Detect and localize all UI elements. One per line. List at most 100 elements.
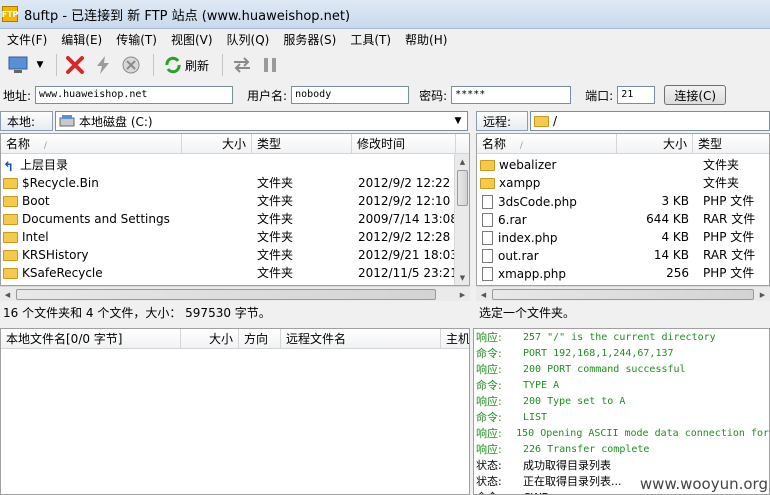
log-key: 状态: [476,475,502,488]
local-path-row: 本地: 本地磁盘 (C:) ▼ [0,110,470,132]
up-arrow-icon: ↰ [3,160,14,175]
local-vertical-scrollbar[interactable]: ▲ ▼ [454,154,469,285]
menu-edit[interactable]: 编辑(E) [54,31,109,48]
log-lines: 响应: 257 "/" is the current directory 命令: PO… [474,329,769,494]
log-message: 正在取得目录列表... [523,475,622,488]
drive-icon [59,115,75,127]
menu-server[interactable]: 服务器(S) [276,31,343,48]
menu-queue[interactable]: 队列(Q) [220,31,277,48]
column-header-size[interactable]: 大小 [181,329,239,349]
connection-bar: 地址: www.huaweishop.net 用户名: nobody 密码: *… [0,83,770,107]
username-input[interactable]: nobody [291,86,410,104]
scroll-left-icon[interactable]: ◀ [476,287,491,302]
menu-view[interactable]: 视图(V) [164,31,220,48]
menu-help[interactable]: 帮助(H) [398,31,454,48]
column-header-modified[interactable]: 修改时间 [352,134,456,154]
folder-icon [3,196,18,207]
log-message: 200 PORT command successful [523,364,686,375]
scroll-thumb[interactable] [16,289,436,300]
list-item-parent-dir[interactable]: ↰ 上层目录 [1,156,455,174]
scroll-thumb[interactable] [492,289,754,300]
scroll-right-icon[interactable]: ▶ [755,287,770,302]
column-header-type[interactable]: 类型 [693,134,769,154]
column-header-direction[interactable]: 方向 [239,329,281,349]
log-key: 状态: [476,459,502,472]
local-file-list: 名称 / 大小 类型 修改时间 ↰ 上层目录 $Recycle.Bin 文件夹 2… [0,133,470,286]
scroll-up-icon[interactable]: ▲ [455,154,469,169]
site-manager-button[interactable] [6,52,30,78]
disconnect-button[interactable] [63,52,87,78]
list-item[interactable]: index.php 4 KB PHP 文件 [477,228,769,246]
column-header-type[interactable]: 类型 [252,134,352,154]
remote-file-list: 名称 / 大小 类型 webalizer 文件夹 xampp 文件夹 3dsCo… [476,133,770,286]
menu-tools[interactable]: 工具(T) [343,31,398,48]
folder-icon [3,178,18,189]
log-key: 命令: [476,411,502,424]
log-line: 响应: 200 Type set to A [474,394,769,410]
queue-header: 本地文件名[0/0 字节] 大小 方向 远程文件名 主机 [1,329,469,349]
scroll-down-icon[interactable]: ▼ [455,270,469,285]
local-tab[interactable]: 本地: [0,111,53,131]
transfer-icon [234,57,250,73]
password-input[interactable]: ***** [451,86,572,104]
site-dropdown-button[interactable]: ▼ [34,52,46,78]
port-input[interactable]: 21 [617,86,656,104]
list-item[interactable]: Intel 文件夹 2012/9/2 12:28 [1,228,455,246]
remote-tab[interactable]: 远程: [476,111,528,131]
scroll-right-icon[interactable]: ▶ [455,287,470,302]
column-header-name[interactable]: 名称 / [477,134,617,154]
file-icon [482,195,493,209]
list-item[interactable]: KSafeRecycle 文件夹 2012/11/5 23:21 [1,264,456,282]
menu-file[interactable]: 文件(F) [0,31,54,48]
list-item[interactable]: out.rar 14 KB RAR 文件 [477,246,769,264]
pause-button[interactable] [259,52,281,78]
local-path-combo[interactable]: 本地磁盘 (C:) ▼ [55,111,468,131]
list-item[interactable]: $Recycle.Bin 文件夹 2012/9/2 12:22 [1,174,455,192]
list-item[interactable]: xampp 文件夹 [477,174,769,192]
log-line: 状态: 成功取得目录列表 [474,458,769,474]
address-input[interactable]: www.huaweishop.net [35,86,234,104]
scroll-thumb[interactable] [457,170,468,206]
list-item[interactable]: 3dsCode.php 3 KB PHP 文件 [477,192,769,210]
column-header-name[interactable]: 名称 / [1,134,182,154]
column-header-remote-file[interactable]: 远程文件名 [281,329,441,349]
remote-path-combo[interactable]: / [530,111,770,131]
file-icon [482,213,493,227]
local-horizontal-scrollbar[interactable]: ◀ ▶ [0,286,470,301]
toolbar-separator [153,54,154,76]
refresh-button[interactable]: 刷新 [160,52,212,78]
file-icon [482,267,493,281]
list-item[interactable]: xmapp.php 256 PHP 文件 [477,264,769,282]
remote-horizontal-scrollbar[interactable]: ◀ ▶ [476,286,770,301]
abort-button[interactable] [119,52,143,78]
transfer-button[interactable] [229,52,255,78]
column-header-host[interactable]: 主机 [441,329,469,349]
log-message: TYPE A [523,380,560,391]
local-list-header: 名称 / 大小 类型 修改时间 [1,134,469,154]
column-header-size[interactable]: 大小 [182,134,252,154]
connect-button[interactable]: 连接(C) [664,85,727,105]
reconnect-button[interactable] [91,52,115,78]
port-label: 端口: [585,88,614,103]
log-line: 命令: TYPE A [474,378,769,394]
column-header-local-file[interactable]: 本地文件名[0/0 字节] [1,329,181,349]
log-line: 命令: PORT 192,168,1,244,67,137 [474,346,769,362]
chevron-down-icon[interactable]: ▼ [451,114,465,128]
folder-icon [3,268,18,279]
log-key: 命令: [474,490,523,494]
log-message: 226 Transfer complete [523,444,650,455]
column-header-size[interactable]: 大小 [617,134,693,154]
scroll-left-icon[interactable]: ◀ [0,287,15,302]
log-message: 200 Type set to A [523,396,626,407]
list-item[interactable]: webalizer 文件夹 [477,156,769,174]
menu-transfer[interactable]: 传输(T) [109,31,164,48]
list-item[interactable]: Documents and Settings 文件夹 2009/7/14 13:… [1,210,456,228]
log-line: 响应: 226 Transfer complete [474,442,769,458]
folder-icon [534,115,549,127]
folder-icon [3,214,18,225]
list-item[interactable]: 6.rar 644 KB RAR 文件 [477,210,769,228]
toolbar-separator [56,54,57,76]
list-item[interactable]: Boot 文件夹 2012/9/2 12:10 [1,192,455,210]
list-item[interactable]: KRSHistory 文件夹 2012/9/21 18:03 [1,246,456,264]
log-message: LIST [523,412,548,423]
